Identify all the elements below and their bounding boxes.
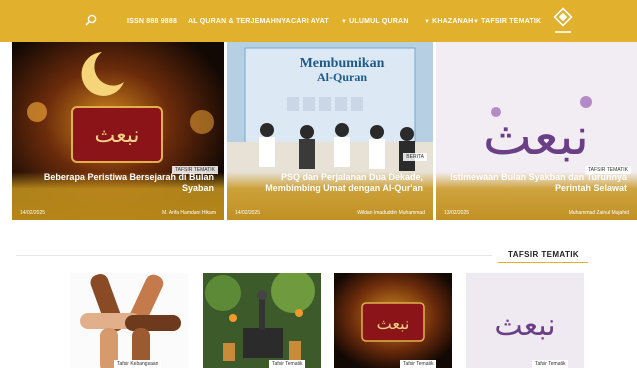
nav-item-tafsir-tematik[interactable]: ▼ TAFSIR TEMATIK (473, 16, 541, 28)
post-date: 14/02/2025 (235, 210, 261, 216)
article-card-3[interactable]: نبعث Tafsir Tematik (334, 273, 452, 368)
post-date: 13/02/2025 (444, 210, 470, 216)
hero-title[interactable]: PSQ dan Perjalanan Dua Dekade, Membimbin… (237, 172, 423, 194)
nav-item-al-quran-terjemahnya[interactable]: AL QURAN & TERJEMAHNYA (188, 16, 291, 28)
site-logo[interactable] (548, 7, 578, 37)
article-card-4[interactable]: نبعث Tafsir Tematik (466, 273, 584, 368)
hero-card-3[interactable]: نبعث TAFSIR TEMATIK Istimewaan Bulan Sya… (436, 42, 637, 220)
hero-card-1[interactable]: نبعث TAFSIR TEMATIK Beberapa Peristiwa B… (12, 42, 224, 220)
svg-text:نبعث: نبعث (377, 314, 410, 333)
section-divider (16, 255, 492, 256)
post-author[interactable]: M. Arifa Hamdani Hikam (162, 210, 216, 216)
chevron-down-icon: ▼ (473, 19, 480, 25)
chevron-down-icon: ▼ (424, 19, 431, 25)
hero-title[interactable]: Istimewaan Bulan Syakban dan Turunnya Pe… (446, 172, 627, 194)
card-3-image: نبعث (334, 273, 452, 368)
card-tag[interactable]: Tafsir Kebangsaan (114, 360, 162, 368)
post-date: 14/02/2025 (20, 210, 46, 216)
category-badge[interactable]: BERITA (403, 153, 427, 161)
post-author[interactable]: Muhammad Zainul Mujahid (569, 210, 629, 216)
nav-item-issn[interactable]: ISSN 888 9888 (127, 16, 177, 28)
search-icon[interactable] (84, 13, 98, 27)
card-1-image (70, 273, 188, 368)
card-tag[interactable]: Tafsir Tematik (269, 360, 306, 368)
hero-title[interactable]: Beberapa Peristiwa Bersejarah di Bulan S… (22, 172, 214, 194)
chevron-down-icon: ▼ (341, 19, 348, 25)
nav-item-ulumul-quran[interactable]: ▼ ULUMUL QURAN (341, 16, 409, 28)
card-tag[interactable]: Tafsir Tematik (400, 360, 437, 368)
nav-item-khazanah[interactable]: ▼ KHAZANAH (424, 16, 473, 28)
post-author[interactable]: Wildan Imaduddin Muhammad (357, 210, 425, 216)
section-title[interactable]: TAFSIR TEMATIK (508, 250, 579, 259)
nav-item-cari-ayat[interactable]: CARI AYAT (291, 16, 329, 28)
banner-text: Membumikan Al-Quran (299, 56, 385, 84)
card-tag[interactable]: Tafsir Tematik (532, 360, 569, 368)
card-4-image: نبعث (466, 273, 584, 368)
svg-text:نبعث: نبعث (95, 123, 140, 148)
page: ISSN 888 9888 AL QURAN & TERJEMAHNYA CAR… (0, 0, 637, 368)
svg-text:نبعث: نبعث (494, 308, 555, 343)
article-card-2[interactable]: Tafsir Tematik (203, 273, 321, 368)
top-nav-bar: ISSN 888 9888 AL QURAN & TERJEMAHNYA CAR… (0, 0, 637, 42)
article-card-1[interactable]: Tafsir Kebangsaan (70, 273, 188, 368)
card-2-image (203, 273, 321, 368)
section-underline (498, 262, 588, 263)
hero-card-2[interactable]: Membumikan Al-Quran BERITA PSQ dan Perja… (227, 42, 433, 220)
